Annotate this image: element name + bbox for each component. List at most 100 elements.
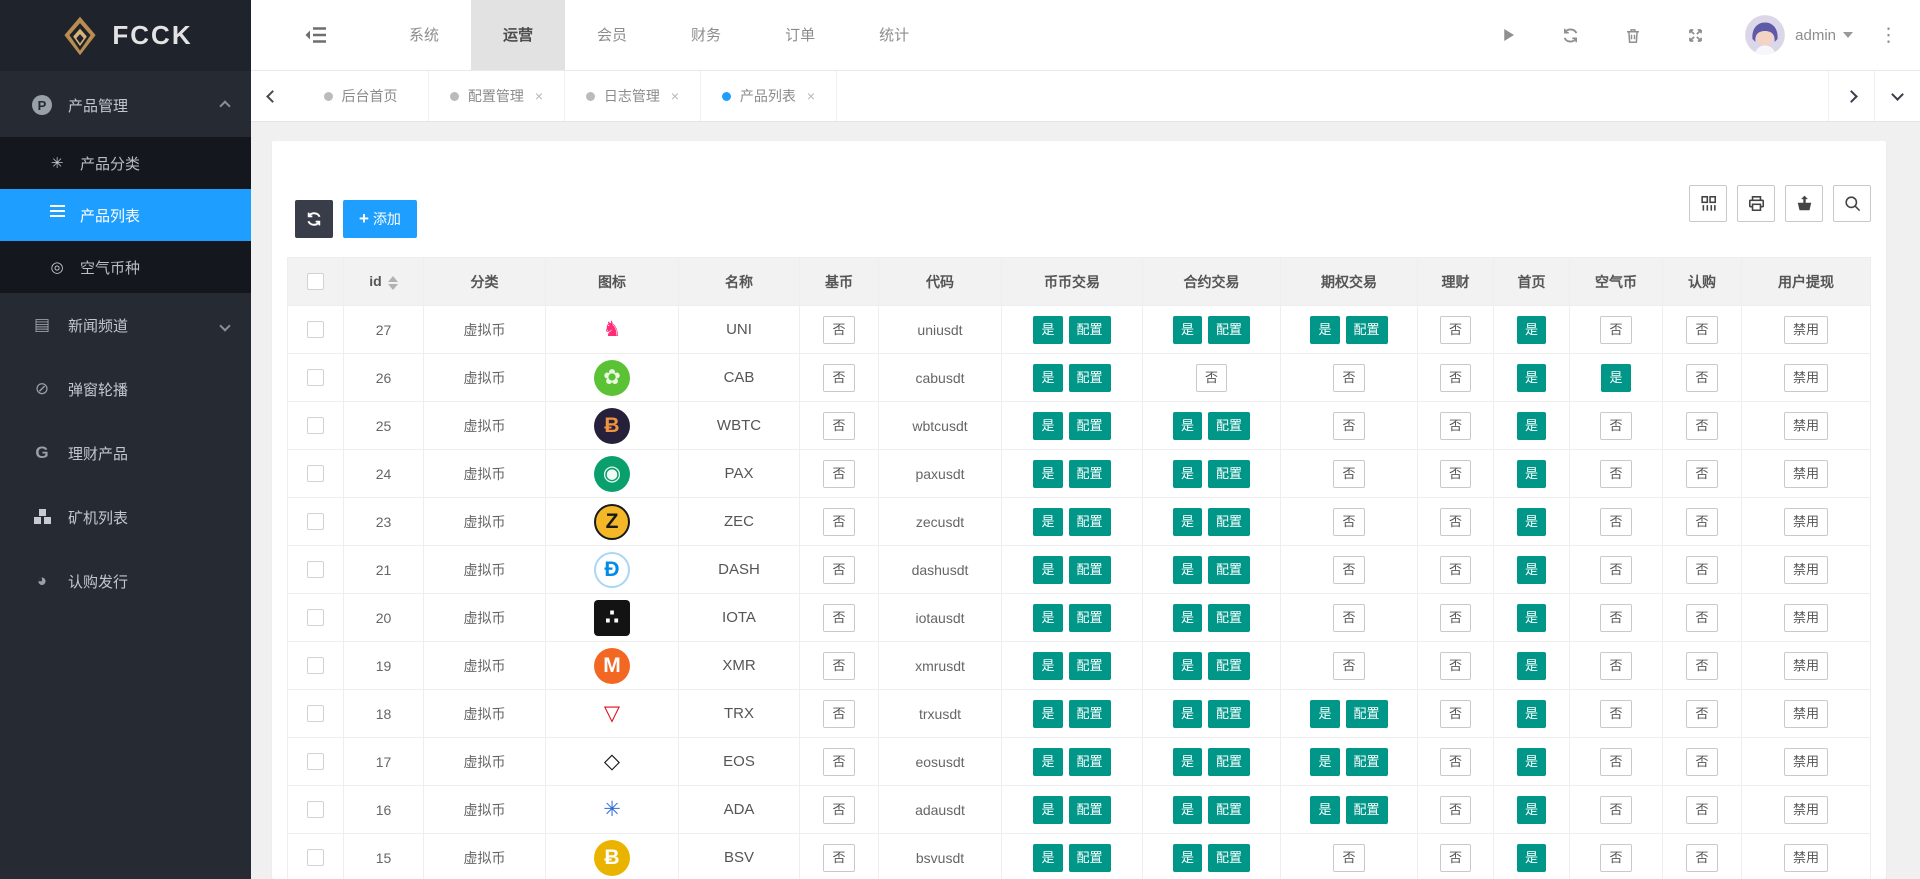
option-no-button[interactable]: 否 (1333, 460, 1364, 488)
spot-config-button[interactable]: 配置 (1069, 700, 1111, 728)
option-no-button[interactable]: 否 (1333, 652, 1364, 680)
close-tab-icon[interactable]: × (671, 88, 679, 104)
aircoin-no-button[interactable]: 否 (1600, 556, 1631, 584)
spot-yes-button[interactable]: 是 (1033, 748, 1062, 776)
subscribe-no-button[interactable]: 否 (1686, 364, 1717, 392)
contract-config-button[interactable]: 配置 (1208, 508, 1250, 536)
tab-log-manage[interactable]: 日志管理 × (565, 71, 701, 121)
base-no-button[interactable]: 否 (823, 460, 854, 488)
home-yes-button[interactable]: 是 (1517, 364, 1546, 392)
sidebar-item-air-coin[interactable]: ◎ 空气币种 (0, 241, 251, 293)
nav-item-operation[interactable]: 运营 (471, 0, 565, 70)
row-checkbox[interactable] (307, 321, 324, 338)
close-tab-icon[interactable]: × (807, 88, 815, 104)
withdraw-disabled-button[interactable]: 禁用 (1784, 700, 1828, 728)
contract-yes-button[interactable]: 是 (1173, 412, 1202, 440)
row-checkbox[interactable] (307, 705, 324, 722)
base-no-button[interactable]: 否 (823, 844, 854, 872)
aircoin-no-button[interactable]: 否 (1600, 412, 1631, 440)
withdraw-disabled-button[interactable]: 禁用 (1784, 364, 1828, 392)
spot-yes-button[interactable]: 是 (1033, 700, 1062, 728)
row-checkbox[interactable] (307, 465, 324, 482)
contract-config-button[interactable]: 配置 (1208, 412, 1250, 440)
spot-yes-button[interactable]: 是 (1033, 364, 1062, 392)
spot-config-button[interactable]: 配置 (1069, 796, 1111, 824)
tabs-scroll-right-icon[interactable] (1828, 71, 1874, 121)
tab-config-manage[interactable]: 配置管理 × (429, 71, 565, 121)
spot-yes-button[interactable]: 是 (1033, 844, 1062, 872)
contract-config-button[interactable]: 配置 (1208, 316, 1250, 344)
sidebar-item-finance-product[interactable]: G 理财产品 (0, 421, 251, 485)
subscribe-no-button[interactable]: 否 (1686, 748, 1717, 776)
spot-config-button[interactable]: 配置 (1069, 412, 1111, 440)
base-no-button[interactable]: 否 (823, 556, 854, 584)
spot-config-button[interactable]: 配置 (1069, 364, 1111, 392)
contract-config-button[interactable]: 配置 (1208, 796, 1250, 824)
option-yes-button[interactable]: 是 (1310, 316, 1339, 344)
spot-config-button[interactable]: 配置 (1069, 460, 1111, 488)
wealth-no-button[interactable]: 否 (1440, 460, 1471, 488)
tabs-menu-icon[interactable] (1874, 71, 1920, 121)
contract-yes-button[interactable]: 是 (1173, 556, 1202, 584)
user-menu[interactable]: admin (1795, 27, 1853, 44)
subscribe-no-button[interactable]: 否 (1686, 556, 1717, 584)
subscribe-no-button[interactable]: 否 (1686, 652, 1717, 680)
withdraw-disabled-button[interactable]: 禁用 (1784, 604, 1828, 632)
contract-yes-button[interactable]: 是 (1173, 508, 1202, 536)
contract-yes-button[interactable]: 是 (1173, 748, 1202, 776)
row-checkbox[interactable] (307, 753, 324, 770)
option-no-button[interactable]: 否 (1333, 364, 1364, 392)
wealth-no-button[interactable]: 否 (1440, 652, 1471, 680)
sidebar-item-product-category[interactable]: ✳ 产品分类 (0, 137, 251, 189)
contract-config-button[interactable]: 配置 (1208, 556, 1250, 584)
option-config-button[interactable]: 配置 (1346, 700, 1388, 728)
contract-config-button[interactable]: 配置 (1208, 652, 1250, 680)
aircoin-no-button[interactable]: 否 (1600, 796, 1631, 824)
home-yes-button[interactable]: 是 (1517, 412, 1546, 440)
subscribe-no-button[interactable]: 否 (1686, 700, 1717, 728)
contract-yes-button[interactable]: 是 (1173, 796, 1202, 824)
base-no-button[interactable]: 否 (823, 748, 854, 776)
option-config-button[interactable]: 配置 (1346, 748, 1388, 776)
row-checkbox[interactable] (307, 657, 324, 674)
print-icon[interactable] (1737, 185, 1775, 222)
search-icon[interactable] (1833, 185, 1871, 222)
withdraw-disabled-button[interactable]: 禁用 (1784, 460, 1828, 488)
row-checkbox[interactable] (307, 849, 324, 866)
refresh-icon[interactable] (1561, 26, 1580, 45)
spot-yes-button[interactable]: 是 (1033, 508, 1062, 536)
contract-no-button[interactable]: 否 (1196, 364, 1227, 392)
subscribe-no-button[interactable]: 否 (1686, 316, 1717, 344)
play-icon[interactable] (1499, 26, 1517, 44)
wealth-no-button[interactable]: 否 (1440, 556, 1471, 584)
contract-yes-button[interactable]: 是 (1173, 700, 1202, 728)
subscribe-no-button[interactable]: 否 (1686, 604, 1717, 632)
contract-yes-button[interactable]: 是 (1173, 604, 1202, 632)
base-no-button[interactable]: 否 (823, 700, 854, 728)
contract-config-button[interactable]: 配置 (1208, 700, 1250, 728)
sidebar-item-product-list[interactable]: 产品列表 (0, 189, 251, 241)
withdraw-disabled-button[interactable]: 禁用 (1784, 412, 1828, 440)
row-checkbox[interactable] (307, 609, 324, 626)
aircoin-no-button[interactable]: 否 (1600, 316, 1631, 344)
add-button[interactable]: + 添加 (343, 200, 417, 238)
tab-dashboard[interactable]: 后台首页 (293, 71, 429, 121)
aircoin-no-button[interactable]: 否 (1600, 652, 1631, 680)
tabs-scroll-left-icon[interactable] (251, 71, 293, 121)
select-all-checkbox[interactable] (307, 273, 324, 290)
nav-item-statistics[interactable]: 统计 (847, 0, 941, 70)
sidebar-item-product-manage[interactable]: P 产品管理 (0, 73, 251, 137)
base-no-button[interactable]: 否 (823, 508, 854, 536)
nav-item-finance[interactable]: 财务 (659, 0, 753, 70)
wealth-no-button[interactable]: 否 (1440, 748, 1471, 776)
spot-config-button[interactable]: 配置 (1069, 316, 1111, 344)
row-checkbox[interactable] (307, 801, 324, 818)
row-checkbox[interactable] (307, 417, 324, 434)
base-no-button[interactable]: 否 (823, 796, 854, 824)
wealth-no-button[interactable]: 否 (1440, 604, 1471, 632)
withdraw-disabled-button[interactable]: 禁用 (1784, 556, 1828, 584)
fullscreen-icon[interactable] (1686, 26, 1705, 45)
home-yes-button[interactable]: 是 (1517, 460, 1546, 488)
subscribe-no-button[interactable]: 否 (1686, 460, 1717, 488)
sidebar-item-miner-list[interactable]: 矿机列表 (0, 485, 251, 549)
